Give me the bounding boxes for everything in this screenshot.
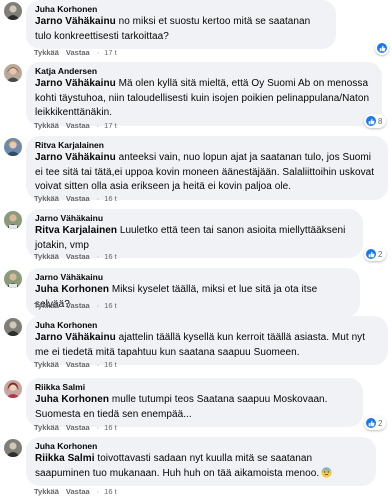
mention-link[interactable]: Jarno Vähäkainu	[35, 78, 116, 89]
avatar[interactable]	[4, 2, 22, 20]
reaction-number: 2	[378, 418, 383, 428]
comment-text: Juha Korhonen mulle tutumpi teos Saatana…	[35, 394, 328, 420]
reaction-number: 8	[378, 116, 383, 126]
comment-actions: Tykkää Vastaa · 17 t	[34, 121, 124, 130]
comment-timestamp[interactable]: 17 t	[104, 48, 117, 57]
like-button[interactable]: Tykkää	[34, 487, 59, 496]
mention-link[interactable]: Jarno Vähäkainu	[35, 152, 116, 163]
comment-bubble: Katja Andersen Jarno Vähäkainu Mä olen k…	[26, 62, 382, 126]
comment-actions: Tykkää Vastaa · 16 t	[34, 301, 124, 310]
comment-actions: Tykkää Vastaa · 16 t	[34, 423, 124, 432]
reply-button[interactable]: Vastaa	[66, 48, 90, 57]
comment-timestamp[interactable]: 16 t	[104, 360, 117, 369]
cold-sweat-face-icon	[321, 466, 332, 478]
mention-link[interactable]: Ritva Karjalainen	[35, 225, 117, 236]
comment-text: Ritva Karjalainen Luuletko että teen tai…	[35, 225, 346, 251]
comment-author[interactable]: Jarno Vähäkainu	[35, 272, 351, 283]
reaction-count[interactable]: 2	[364, 416, 387, 430]
mention-link[interactable]: Jarno Vähäkainu	[35, 16, 116, 27]
comment-author[interactable]: Juha Korhonen	[35, 320, 379, 331]
avatar[interactable]	[4, 64, 22, 82]
reaction-number: 2	[378, 249, 383, 259]
comment-thread: Juha Korhonen Jarno Vähäkainu no miksi e…	[0, 0, 392, 500]
comment-text: Riikka Salmi toivottavasti sadaan nyt ku…	[35, 452, 367, 481]
avatar[interactable]	[4, 439, 22, 457]
comment-timestamp[interactable]: 17 t	[104, 121, 117, 130]
reply-button[interactable]: Vastaa	[66, 121, 90, 130]
like-icon	[377, 43, 387, 53]
like-icon	[366, 418, 376, 428]
mention-link[interactable]: Juha Korhonen	[35, 284, 109, 295]
like-icon	[366, 249, 376, 259]
comment-bubble: Juha Korhonen Jarno Vähäkainu ajattelin …	[26, 316, 388, 365]
comment-bubble: Jarno Vähäkainu Ritva Karjalainen Luulet…	[26, 209, 363, 258]
separator-dot: ·	[96, 301, 100, 310]
comment-timestamp[interactable]: 16 t	[104, 301, 117, 310]
comment-timestamp[interactable]: 16 t	[104, 423, 117, 432]
like-button[interactable]: Tykkää	[34, 423, 59, 432]
separator-dot: ·	[96, 194, 100, 203]
avatar[interactable]	[4, 380, 22, 398]
comment-actions: Tykkää Vastaa · 16 t	[34, 252, 124, 261]
like-button[interactable]: Tykkää	[34, 48, 59, 57]
reaction-count[interactable]	[375, 41, 389, 55]
avatar[interactable]	[4, 211, 22, 229]
avatar[interactable]	[4, 318, 22, 336]
comment-actions: Tykkää Vastaa · 16 t	[34, 360, 124, 369]
reply-button[interactable]: Vastaa	[66, 194, 90, 203]
separator-dot: ·	[96, 252, 100, 261]
comment-text: Jarno Vähäkainu ajattelin täällä kysellä…	[35, 332, 366, 358]
comment-bubble: Riikka Salmi Juha Korhonen mulle tutumpi…	[26, 378, 363, 427]
mention-link[interactable]: Jarno Vähäkainu	[35, 332, 116, 343]
separator-dot: ·	[96, 121, 100, 130]
separator-dot: ·	[96, 360, 100, 369]
comment-text: Jarno Vähäkainu anteeksi vain, nuo lopun…	[35, 152, 375, 192]
comment-bubble: Juha Korhonen Jarno Vähäkainu no miksi e…	[26, 0, 336, 49]
reply-button[interactable]: Vastaa	[66, 360, 90, 369]
separator-dot: ·	[96, 48, 100, 57]
comment-actions: Tykkää Vastaa · 16 t	[34, 487, 124, 496]
comment-timestamp[interactable]: 16 t	[104, 194, 117, 203]
comment-author[interactable]: Ritva Karjalainen	[35, 140, 379, 151]
reaction-count[interactable]: 8	[364, 114, 387, 128]
like-button[interactable]: Tykkää	[34, 121, 59, 130]
comment-author[interactable]: Juha Korhonen	[35, 4, 327, 15]
mention-link[interactable]: Riikka Salmi	[35, 453, 95, 464]
avatar[interactable]	[4, 270, 22, 288]
comment-author[interactable]: Riikka Salmi	[35, 382, 354, 393]
separator-dot: ·	[96, 423, 100, 432]
reaction-count[interactable]: 2	[364, 247, 387, 261]
comment-timestamp[interactable]: 16 t	[104, 487, 117, 496]
comment-text: Jarno Vähäkainu Mä olen kyllä sitä mielt…	[35, 78, 370, 118]
reply-button[interactable]: Vastaa	[66, 487, 90, 496]
comment-actions: Tykkää Vastaa · 16 t	[34, 194, 124, 203]
comment-author[interactable]: Katja Andersen	[35, 66, 373, 77]
separator-dot: ·	[96, 487, 100, 496]
comment-text: Jarno Vähäkainu no miksi et suostu kerto…	[35, 16, 311, 42]
like-icon	[366, 116, 376, 126]
avatar[interactable]	[4, 138, 22, 156]
comment-actions: Tykkää Vastaa · 17 t	[34, 48, 124, 57]
comment-author[interactable]: Juha Korhonen	[35, 441, 367, 452]
comment-timestamp[interactable]: 16 t	[104, 252, 117, 261]
mention-link[interactable]: Juha Korhonen	[35, 394, 109, 405]
like-button[interactable]: Tykkää	[34, 194, 59, 203]
reply-button[interactable]: Vastaa	[66, 252, 90, 261]
reply-button[interactable]: Vastaa	[66, 301, 90, 310]
like-button[interactable]: Tykkää	[34, 252, 59, 261]
reply-button[interactable]: Vastaa	[66, 423, 90, 432]
comment-author[interactable]: Jarno Vähäkainu	[35, 213, 354, 224]
like-button[interactable]: Tykkää	[34, 301, 59, 310]
comment-bubble: Juha Korhonen Riikka Salmi toivottavasti…	[26, 437, 376, 486]
comment-bubble: Ritva Karjalainen Jarno Vähäkainu anteek…	[26, 136, 388, 200]
like-button[interactable]: Tykkää	[34, 360, 59, 369]
